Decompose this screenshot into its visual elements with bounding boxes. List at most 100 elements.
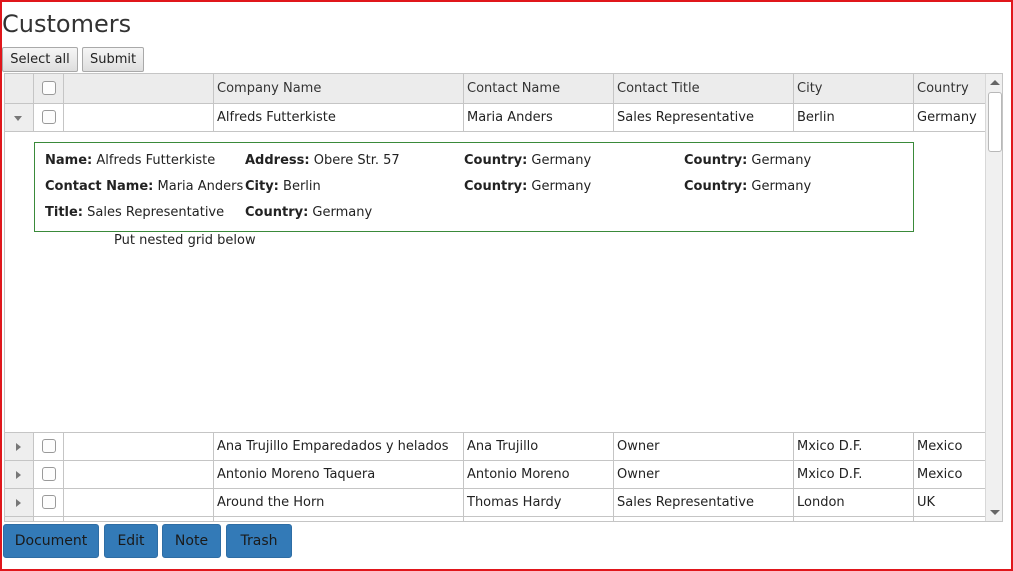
grid-header: Company Name Contact Name Contact Title … — [5, 74, 985, 104]
row-select-checkbox[interactable] — [42, 110, 56, 124]
detail-country-value: Germany — [751, 179, 812, 194]
cell-city: Mxico D.F. — [794, 461, 914, 488]
detail-country-label: Country: — [464, 179, 528, 194]
row-expand-toggle[interactable] — [5, 517, 34, 521]
scroll-down-arrow-icon[interactable] — [990, 510, 1000, 515]
trash-button[interactable]: Trash — [226, 524, 292, 558]
detail-title-label: Title: — [45, 205, 84, 220]
row-detail-panel: Name: Alfreds Futterkiste Contact Name: … — [5, 132, 985, 433]
cell-contact-title: Owner — [614, 461, 794, 488]
row-blank-cell — [64, 433, 214, 460]
detail-name-field: Name: Alfreds Futterkiste — [45, 153, 215, 168]
detail-country-label: Country: — [684, 179, 748, 194]
cell-contact-title: Sales Representative — [614, 489, 794, 516]
row-expand-toggle[interactable] — [5, 433, 34, 460]
row-expand-toggle[interactable] — [5, 461, 34, 488]
table-row[interactable] — [5, 517, 985, 521]
expand-arrow-icon — [16, 443, 21, 451]
header-select-checkbox[interactable] — [42, 81, 56, 95]
note-button[interactable]: Note — [162, 524, 221, 558]
detail-country-field: Country: Germany — [464, 153, 591, 168]
detail-title-field: Title: Sales Representative — [45, 205, 224, 220]
document-button[interactable]: Document — [3, 524, 99, 558]
header-checkbox-cell — [34, 74, 64, 103]
row-blank-cell — [64, 517, 214, 521]
cell-contact-name: Maria Anders — [464, 104, 614, 131]
detail-name-value: Alfreds Futterkiste — [96, 153, 216, 168]
cell-contact-title: Owner — [614, 433, 794, 460]
row-select-checkbox[interactable] — [42, 439, 56, 453]
column-header-company-name[interactable]: Company Name — [214, 74, 464, 103]
detail-country-label: Country: — [245, 205, 309, 220]
cell-city: London — [794, 489, 914, 516]
detail-country-field: Country: Germany — [245, 205, 372, 220]
detail-name-label: Name: — [45, 153, 93, 168]
cell-country: UK — [917, 495, 936, 510]
expand-arrow-icon — [16, 499, 21, 507]
cell-country — [914, 517, 985, 521]
cell-city: Mxico D.F. — [794, 433, 914, 460]
detail-address-field: Address: Obere Str. 57 — [245, 153, 400, 168]
cell-country: Mexico — [917, 467, 963, 482]
edit-button[interactable]: Edit — [104, 524, 158, 558]
table-row[interactable]: Ana Trujillo Emparedados y helados Ana T… — [5, 433, 985, 461]
column-header-contact-name[interactable]: Contact Name — [464, 74, 614, 103]
column-header-country[interactable]: Country — [914, 74, 985, 103]
header-blank-cell — [64, 74, 214, 103]
cell-company-name: Ana Trujillo Emparedados y helados — [214, 433, 464, 460]
cell-country: Mexico — [917, 439, 963, 454]
cell-country: Germany — [917, 110, 977, 125]
nested-grid-placeholder: Put nested grid below — [114, 233, 256, 248]
row-blank-cell — [64, 104, 214, 131]
row-checkbox-cell — [34, 104, 64, 131]
submit-button[interactable]: Submit — [82, 47, 144, 72]
column-header-contact-title[interactable]: Contact Title — [614, 74, 794, 103]
detail-country-field: Country: Germany — [684, 153, 811, 168]
cell-contact-title: Sales Representative — [614, 104, 794, 131]
row-checkbox-cell — [34, 489, 64, 516]
row-expand-toggle[interactable] — [5, 489, 34, 516]
scroll-up-arrow-icon[interactable] — [990, 80, 1000, 85]
cell-contact-name: Thomas Hardy — [464, 489, 614, 516]
cell-contact-name: Antonio Moreno — [464, 461, 614, 488]
page-title: Customers — [2, 10, 132, 38]
cell-company-name — [214, 517, 464, 521]
cell-city: Berlin — [794, 104, 914, 131]
detail-country-value: Germany — [531, 179, 592, 194]
detail-country-value: Germany — [312, 205, 373, 220]
detail-country-field: Country: Germany — [684, 179, 811, 194]
detail-country-value: Germany — [531, 153, 592, 168]
detail-city-value: Berlin — [283, 179, 321, 194]
app-frame: Customers Select all Submit Company Name… — [0, 0, 1013, 571]
select-all-button[interactable]: Select all — [2, 47, 78, 72]
row-checkbox-cell — [34, 433, 64, 460]
customer-detail-box: Name: Alfreds Futterkiste Contact Name: … — [34, 142, 914, 232]
detail-country-field: Country: Germany — [464, 179, 591, 194]
row-blank-cell — [64, 489, 214, 516]
row-select-checkbox[interactable] — [42, 467, 56, 481]
customers-grid: Company Name Contact Name Contact Title … — [4, 73, 1003, 522]
column-header-city[interactable]: City — [794, 74, 914, 103]
expand-arrow-icon — [16, 471, 21, 479]
table-row[interactable]: Around the Horn Thomas Hardy Sales Repre… — [5, 489, 985, 517]
row-select-checkbox[interactable] — [42, 495, 56, 509]
row-checkbox-cell — [34, 517, 64, 521]
detail-country-value: Germany — [751, 153, 812, 168]
scrollbar-thumb[interactable] — [988, 92, 1002, 152]
cell-contact-name: Ana Trujillo — [464, 433, 614, 460]
table-row[interactable]: Antonio Moreno Taquera Antonio Moreno Ow… — [5, 461, 985, 489]
detail-contact-value: Maria Anders — [157, 179, 244, 194]
detail-city-field: City: Berlin — [245, 179, 321, 194]
grid-vertical-scrollbar[interactable] — [985, 74, 1002, 521]
cell-company-name: Alfreds Futterkiste — [214, 104, 464, 131]
cell-company-name: Around the Horn — [214, 489, 464, 516]
row-blank-cell — [64, 461, 214, 488]
detail-country-label: Country: — [684, 153, 748, 168]
row-expand-toggle[interactable] — [5, 104, 34, 131]
detail-country-label: Country: — [464, 153, 528, 168]
detail-title-value: Sales Representative — [87, 205, 225, 220]
cell-city — [794, 517, 914, 521]
table-row[interactable]: Alfreds Futterkiste Maria Anders Sales R… — [5, 104, 985, 132]
header-expand-cell — [5, 74, 34, 103]
cell-contact-title — [614, 517, 794, 521]
